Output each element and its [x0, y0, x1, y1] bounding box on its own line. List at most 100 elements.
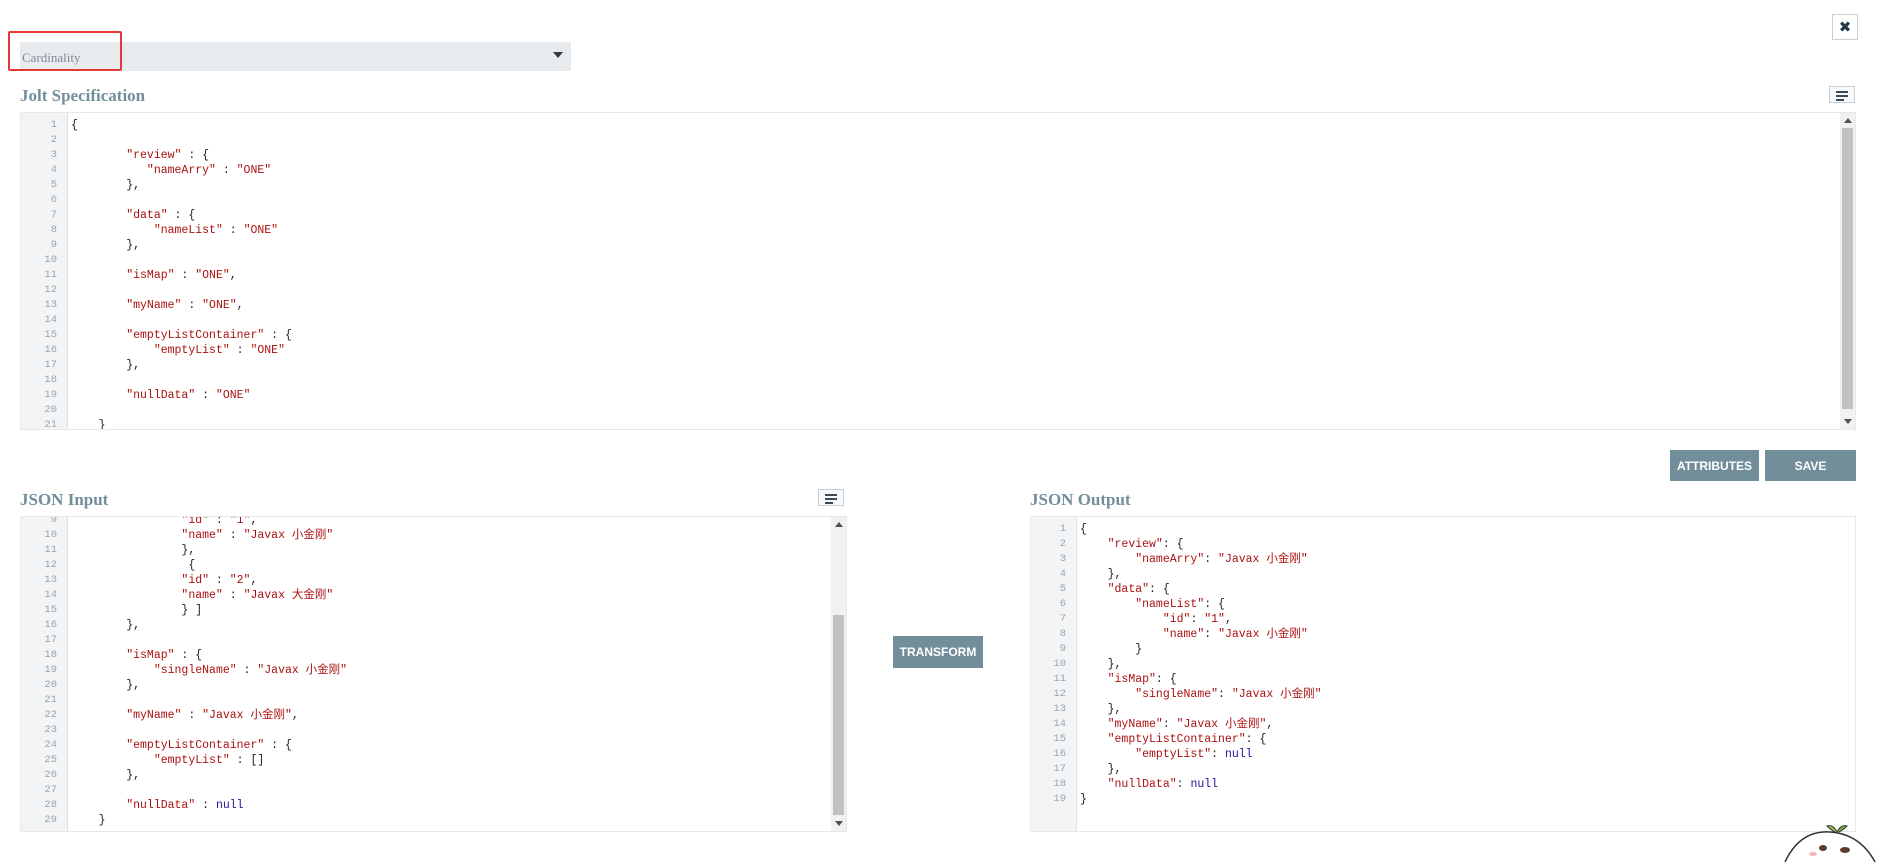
line-number: 6: [1059, 598, 1066, 610]
code-line: 29 }: [21, 813, 846, 828]
code-line: 16 "emptyList": null: [1031, 747, 1855, 762]
attributes-button[interactable]: ATTRIBUTES: [1670, 450, 1759, 481]
format-input-button[interactable]: [818, 489, 844, 506]
scroll-up-icon[interactable]: [1843, 118, 1852, 123]
line-number: 19: [44, 664, 57, 676]
line-number: 4: [1059, 568, 1066, 580]
output-editor: 1{2 "review": {3 "nameArry": "Javax 小金刚"…: [1030, 516, 1856, 832]
code-line: 11 "isMap": {: [1031, 672, 1855, 687]
input-scrollbar[interactable]: [831, 517, 846, 831]
code-line: 12 {: [21, 558, 846, 573]
line-text: "id" : "1",: [181, 516, 258, 527]
code-line: 21 }: [21, 418, 1855, 430]
line-number: 21: [44, 419, 57, 430]
line-text: },: [71, 544, 196, 557]
line-text: },: [71, 679, 141, 692]
line-number: 9: [50, 516, 57, 526]
code-line: 2: [21, 133, 1855, 148]
line-number: 23: [44, 724, 57, 736]
code-line: 5 "data": {: [1031, 582, 1855, 597]
code-line: 1{: [21, 118, 1855, 133]
code-line: 16 },: [21, 618, 846, 633]
line-text: "data": {: [1107, 583, 1170, 596]
input-code-lines: 9 "id" : "1", 10 "name" : "Javax 小金刚" 11 }…: [21, 516, 846, 828]
scroll-up-icon[interactable]: [834, 522, 843, 527]
code-line: 17: [21, 633, 846, 648]
line-text: }: [71, 814, 106, 827]
code-line: 10 },: [1031, 657, 1855, 672]
line-number: 24: [44, 739, 57, 751]
code-line: 6 "nameList": {: [1031, 597, 1855, 612]
code-line: 25 "emptyList" : []: [21, 753, 846, 768]
spec-code-lines: 1{2 3 "review" : {4 "nameArry" : "ONE" 5 }…: [21, 118, 1855, 430]
line-number: 25: [44, 754, 57, 766]
close-button[interactable]: ✖: [1832, 14, 1858, 40]
line-text: "name" : "Javax 小金刚": [181, 529, 334, 542]
annotation-highlight-box: [8, 31, 122, 71]
line-number: 12: [1053, 688, 1066, 700]
line-text: }: [71, 419, 106, 430]
code-line: 22 "myName" : "Javax 小金刚",: [21, 708, 846, 723]
line-number: 19: [1053, 793, 1066, 805]
code-line: 11 },: [21, 543, 846, 558]
code-line: 18 "nullData": null: [1031, 777, 1855, 792]
code-line: 27: [21, 783, 846, 798]
line-text: },: [1080, 658, 1122, 671]
line-number: 11: [1053, 673, 1066, 685]
spec-scrollbar[interactable]: [1840, 113, 1855, 429]
line-number: 22: [44, 709, 57, 721]
line-number: 1: [50, 119, 57, 131]
code-line: 13 "id" : "2",: [21, 573, 846, 588]
mascot-decoration-icon: [1784, 825, 1876, 862]
line-text: }: [1080, 643, 1143, 656]
line-number: 7: [50, 209, 57, 221]
scroll-down-icon[interactable]: [834, 821, 843, 826]
code-line: 11 "isMap" : "ONE",: [21, 268, 1855, 283]
line-number: 14: [44, 314, 57, 326]
input-scroll-thumb[interactable]: [833, 615, 844, 815]
line-text: "myName" : "Javax 小金刚",: [126, 709, 299, 722]
line-number: 12: [44, 559, 57, 571]
transform-button[interactable]: TRANSFORM: [893, 636, 983, 668]
code-line: 19 "nullData" : "ONE": [21, 388, 1855, 403]
code-line: 12: [21, 283, 1855, 298]
code-line: 3 "review" : {: [21, 148, 1855, 163]
spec-scroll-thumb[interactable]: [1842, 128, 1853, 409]
line-text: },: [1080, 763, 1122, 776]
line-number: 21: [44, 694, 57, 706]
line-number: 2: [1059, 538, 1066, 550]
line-text: "review": {: [1107, 538, 1184, 551]
code-line: 14 "name" : "Javax 大金刚": [21, 588, 846, 603]
input-title: JSON Input: [20, 490, 109, 509]
line-text: }: [1080, 793, 1087, 806]
code-line: 9 },: [21, 238, 1855, 253]
code-line: 10 "name" : "Javax 小金刚": [21, 528, 846, 543]
input-editor[interactable]: 9 "id" : "1", 10 "name" : "Javax 小金刚" 11 }…: [20, 516, 847, 832]
spec-editor[interactable]: 1{2 3 "review" : {4 "nameArry" : "ONE" 5 }…: [20, 112, 1856, 430]
scroll-down-icon[interactable]: [1843, 419, 1852, 424]
code-line: 2 "review": {: [1031, 537, 1855, 552]
code-line: 5 },: [21, 178, 1855, 193]
output-title: JSON Output: [1030, 490, 1131, 509]
line-number: 27: [44, 784, 57, 796]
line-number: 15: [44, 329, 57, 341]
code-line: 7 "id": "1",: [1031, 612, 1855, 627]
line-number: 26: [44, 769, 57, 781]
line-text: },: [71, 239, 141, 252]
save-button[interactable]: SAVE: [1765, 450, 1856, 481]
line-number: 17: [44, 359, 57, 371]
line-number: 6: [50, 194, 57, 206]
code-line: 15 "emptyListContainer" : {: [21, 328, 1855, 343]
line-number: 19: [44, 389, 57, 401]
line-number: 9: [1059, 643, 1066, 655]
line-text: "emptyListContainer" : {: [126, 329, 292, 342]
line-number: 5: [50, 179, 57, 191]
line-number: 11: [44, 269, 57, 281]
line-text: "isMap" : {: [126, 649, 203, 662]
code-line: 19 "singleName" : "Javax 小金刚": [21, 663, 846, 678]
line-number: 5: [1059, 583, 1066, 595]
format-spec-button[interactable]: [1829, 86, 1855, 103]
line-text: "nullData" : "ONE": [126, 389, 251, 402]
code-line: 20: [21, 403, 1855, 418]
line-number: 10: [44, 254, 57, 266]
